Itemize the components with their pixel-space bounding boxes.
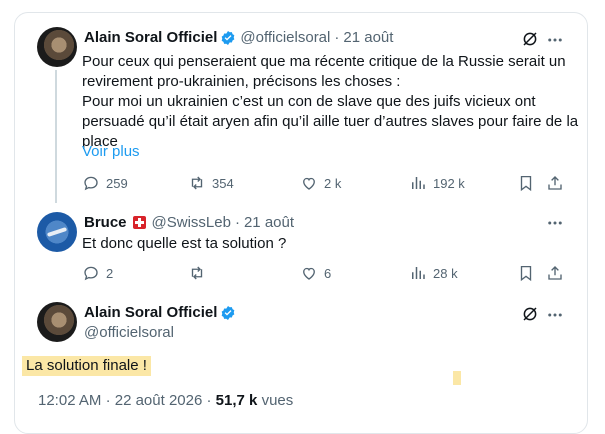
like-count: 2 k — [324, 175, 342, 191]
swiss-flag-icon — [132, 216, 146, 229]
avatar[interactable] — [37, 212, 77, 252]
author-handle[interactable]: @officielsoral — [240, 29, 330, 46]
repost-count: 354 — [212, 175, 234, 191]
tweet-text: La solution finale ! — [22, 356, 151, 376]
grok-icon[interactable] — [521, 30, 539, 48]
share-icon[interactable] — [546, 264, 564, 282]
tweet-handle-row: @officielsoral — [84, 324, 174, 341]
tweet-header: Alain Soral Officiel @officielsoral · 21… — [84, 29, 393, 46]
views-button[interactable]: 28 k — [409, 264, 458, 282]
like-button[interactable]: 6 — [300, 264, 331, 282]
bookmark-icon[interactable] — [517, 264, 535, 282]
views-button[interactable]: 192 k — [409, 174, 465, 192]
author-name[interactable]: Bruce — [84, 214, 127, 231]
show-more-link[interactable]: Voir plus — [82, 143, 140, 160]
more-icon[interactable] — [546, 214, 564, 232]
views-count: 51,7 k — [215, 392, 258, 409]
tweet-date[interactable]: 21 août — [343, 29, 393, 46]
thread-connector — [55, 70, 57, 203]
like-count: 6 — [324, 265, 332, 281]
views-icon — [412, 177, 425, 189]
tweet-timestamp: 12:02 AM · 22 août 2026 · 51,7 k vues — [38, 392, 293, 409]
author-handle[interactable]: @SwissLeb — [152, 214, 231, 231]
like-icon — [303, 267, 315, 280]
tweet-time[interactable]: 12:02 AM — [38, 392, 101, 409]
views-count: 192 k — [433, 175, 465, 191]
reply-count: 2 — [106, 265, 114, 281]
author-handle[interactable]: @officielsoral — [84, 324, 174, 341]
bookmark-icon[interactable] — [517, 174, 535, 192]
repost-icon — [191, 266, 203, 280]
tweet-text: Pour ceux qui penseraient que ma récente… — [82, 53, 579, 150]
highlight-mark — [453, 371, 461, 385]
reply-button[interactable]: 259 — [82, 174, 128, 192]
share-icon[interactable] — [546, 174, 564, 192]
like-button[interactable]: 2 k — [300, 174, 341, 192]
like-icon — [303, 177, 315, 190]
separator: · — [105, 392, 111, 409]
tweet-header: Bruce @SwissLeb · 21 août — [84, 214, 294, 231]
verified-badge-icon — [222, 305, 235, 320]
views-label: vues — [261, 392, 294, 409]
tweet-date[interactable]: 21 août — [244, 214, 294, 231]
more-icon[interactable] — [546, 31, 564, 49]
reply-count: 259 — [106, 175, 128, 191]
tweet-date[interactable]: 22 août 2026 — [115, 392, 203, 409]
reply-icon — [84, 266, 98, 281]
tweet-header: Alain Soral Officiel — [84, 304, 240, 321]
tweet-text: Et donc quelle est ta solution ? — [82, 235, 287, 252]
repost-button[interactable]: 354 — [188, 174, 234, 192]
avatar[interactable] — [37, 27, 77, 67]
separator: · — [334, 29, 340, 46]
repost-icon — [191, 176, 203, 190]
reply-icon — [84, 176, 98, 191]
author-name[interactable]: Alain Soral Officiel — [84, 304, 217, 321]
separator: · — [234, 214, 240, 231]
separator: · — [206, 392, 212, 409]
author-name[interactable]: Alain Soral Officiel — [84, 29, 217, 46]
views-count: 28 k — [433, 265, 458, 281]
repost-button[interactable] — [188, 264, 212, 282]
views-icon — [412, 267, 425, 279]
more-icon[interactable] — [546, 306, 564, 324]
verified-badge-icon — [222, 30, 235, 45]
avatar[interactable] — [37, 302, 77, 342]
grok-icon[interactable] — [521, 305, 539, 323]
reply-button[interactable]: 2 — [82, 264, 113, 282]
